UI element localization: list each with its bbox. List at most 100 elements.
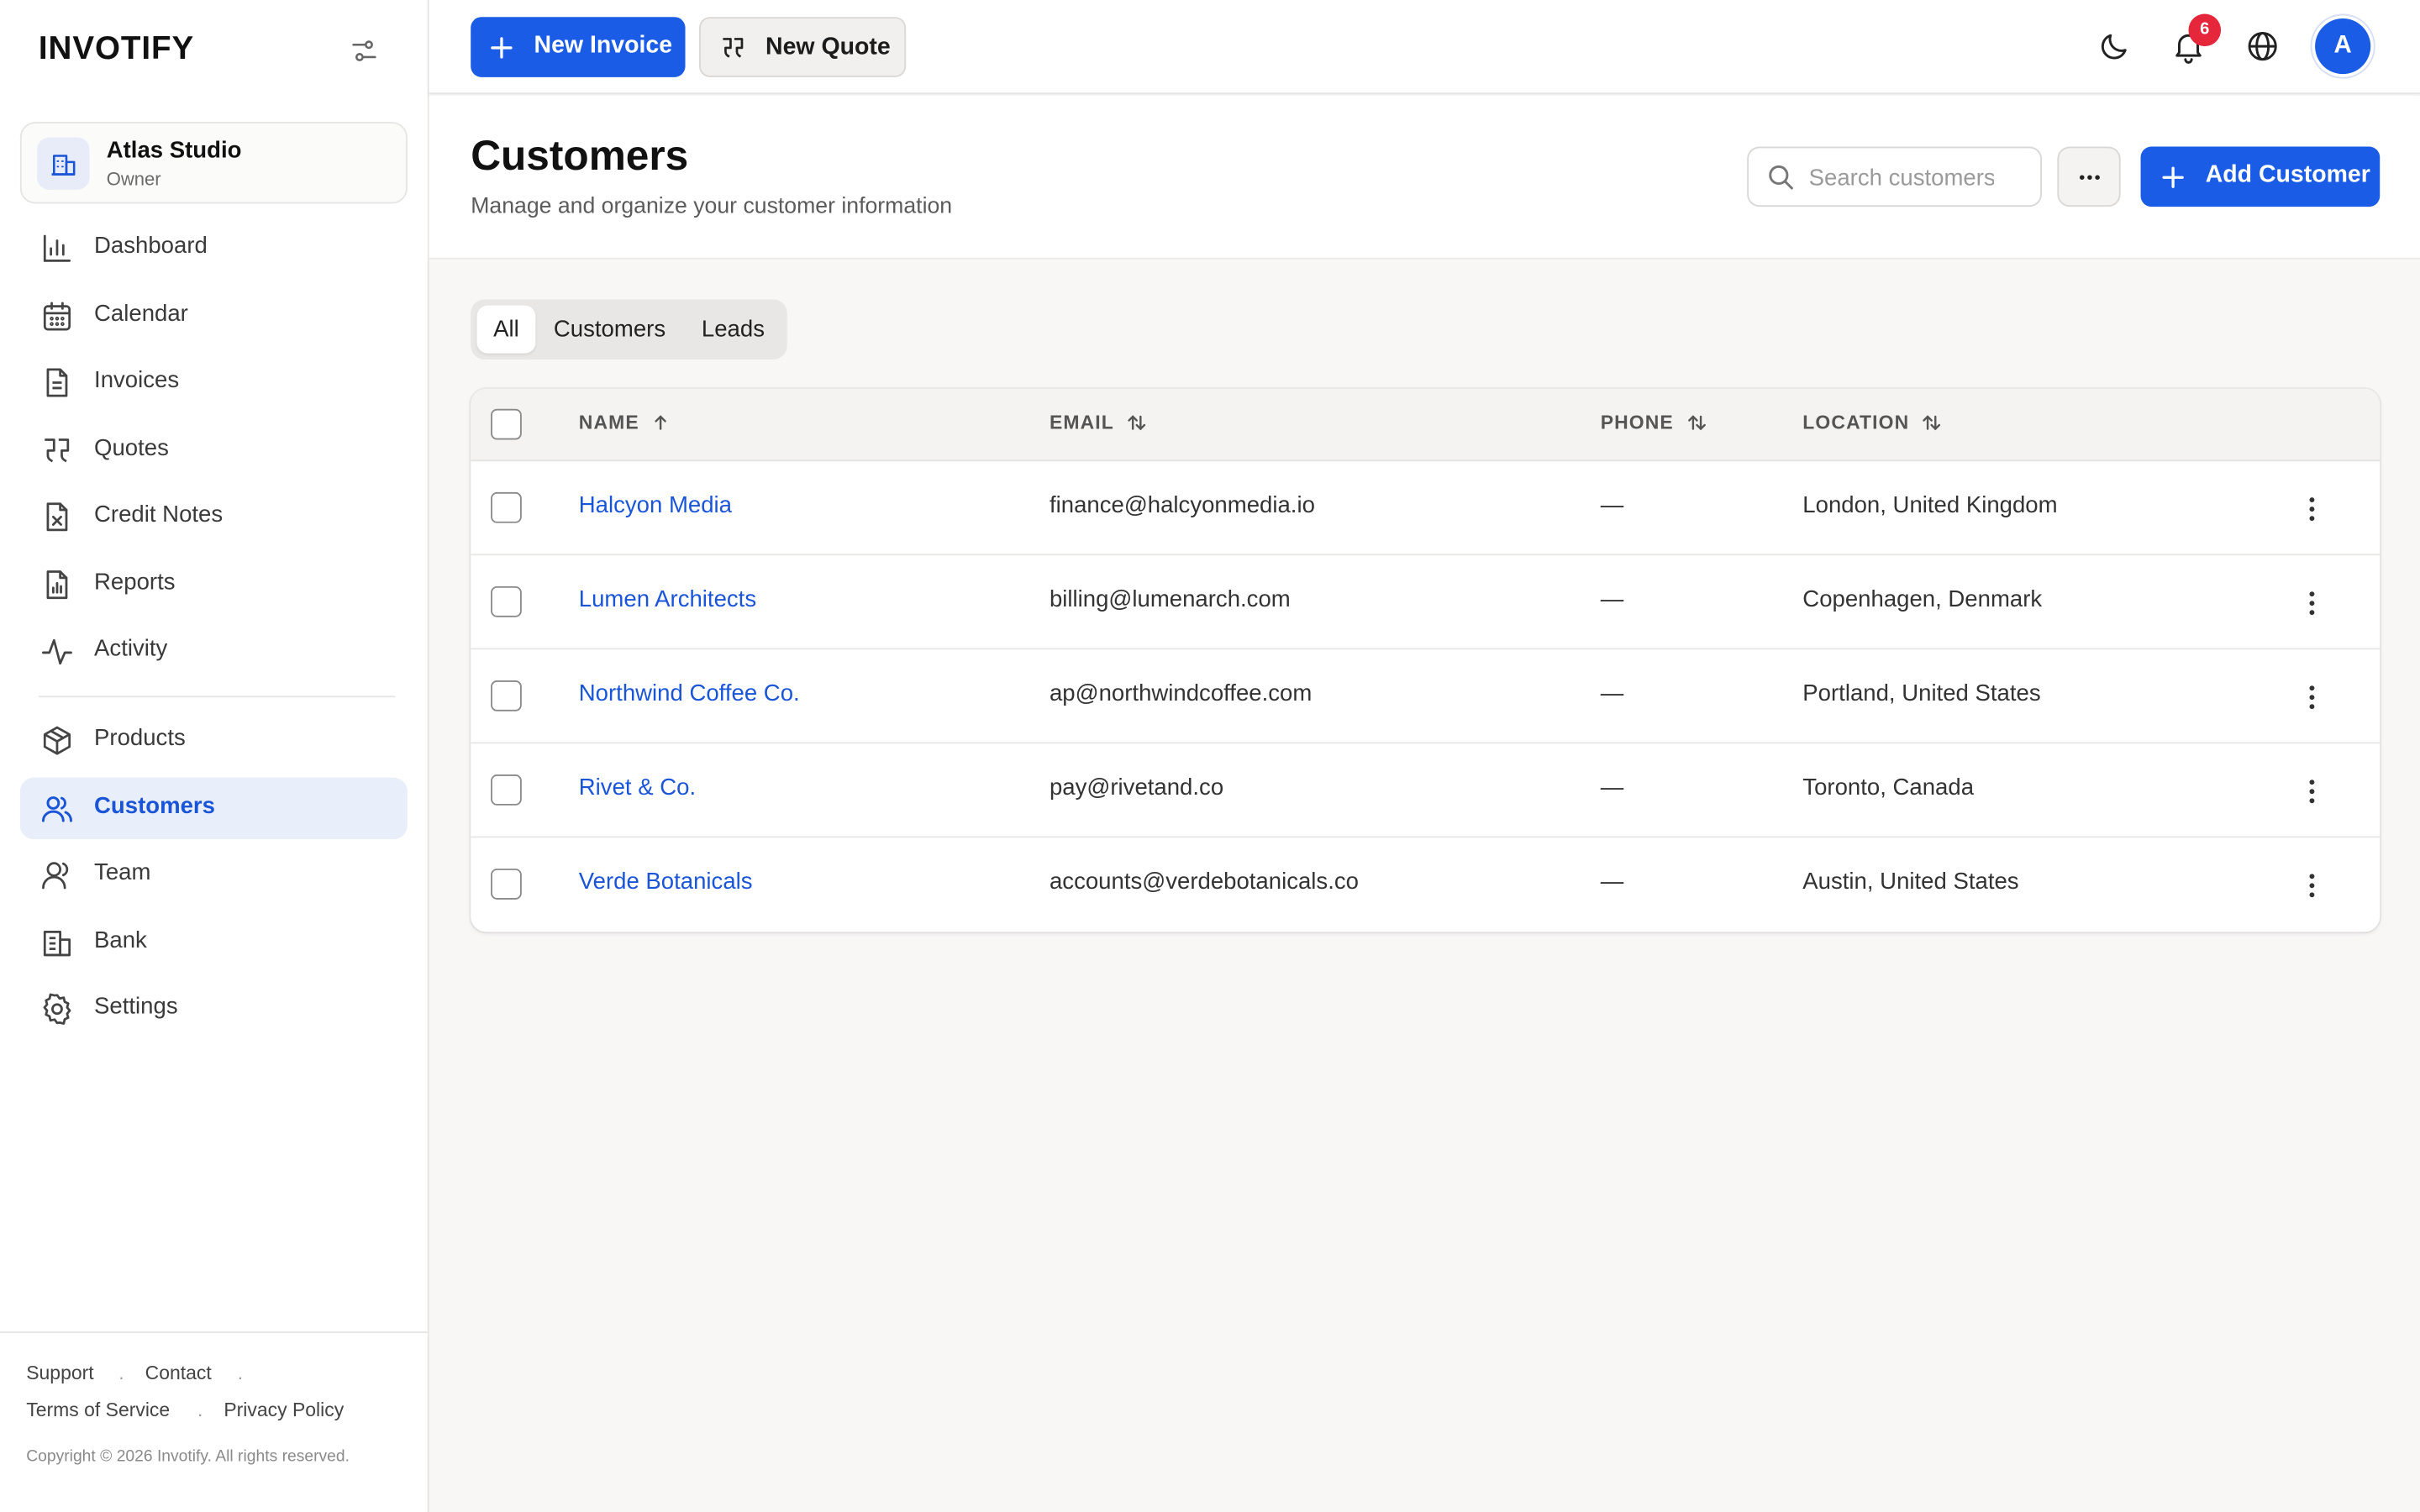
contact-link[interactable]: Contact	[145, 1362, 212, 1384]
column-header-location[interactable]: LOCATION	[1802, 412, 1942, 433]
bank-icon	[40, 926, 74, 959]
brand-logo[interactable]: INVOTIFY	[39, 31, 194, 68]
customer-email: ap@northwindcoffee.com	[1049, 680, 1313, 707]
tab-all[interactable]: All	[476, 305, 536, 354]
column-label: LOCATION	[1802, 412, 1910, 434]
footer-separator: .	[118, 1362, 124, 1384]
filter-tabs: All Customers Leads	[471, 299, 787, 360]
customer-location: Copenhagen, Denmark	[1802, 585, 2043, 613]
customer-email: billing@lumenarch.com	[1049, 585, 1291, 613]
add-customer-button[interactable]: Add Customer	[2140, 146, 2381, 207]
sidebar-item-products[interactable]: Products	[20, 710, 408, 771]
sidebar-item-label: Customers	[94, 793, 215, 820]
sidebar-item-dashboard[interactable]: Dashboard	[20, 218, 408, 279]
document-icon	[40, 365, 74, 399]
customer-phone: —	[1600, 774, 1624, 801]
avatar[interactable]: A	[2315, 18, 2371, 75]
customer-email: pay@rivetand.co	[1049, 774, 1224, 801]
customer-location: Portland, United States	[1802, 680, 2041, 707]
table-row[interactable]: Northwind Coffee Co. ap@northwindcoffee.…	[471, 649, 2381, 744]
sidebar-item-label: Quotes	[94, 434, 169, 462]
table-header: NAME EMAIL PHONE LOCATION	[471, 388, 2381, 462]
kebab-menu-icon[interactable]	[2293, 867, 2330, 904]
column-label: NAME	[578, 412, 639, 434]
sidebar-item-team[interactable]: Team	[20, 844, 408, 906]
select-all-checkbox[interactable]	[491, 408, 522, 440]
sidebar-item-invoices[interactable]: Invoices	[20, 352, 408, 413]
customer-name-link[interactable]: Northwind Coffee Co.	[579, 680, 800, 706]
report-icon	[40, 568, 74, 601]
row-checkbox[interactable]	[491, 585, 522, 617]
sidebar-item-calendar[interactable]: Calendar	[20, 286, 408, 347]
sidebar-item-label: Activity	[94, 635, 168, 662]
customers-table: NAME EMAIL PHONE LOCATION Halcyon Media …	[471, 388, 2381, 932]
org-switcher[interactable]: Atlas Studio Owner	[19, 122, 408, 204]
column-header-email[interactable]: EMAIL	[1050, 412, 1146, 433]
column-header-name[interactable]: NAME	[579, 412, 671, 433]
calendar-icon	[40, 299, 74, 333]
table-row[interactable]: Verde Botanicals accounts@verdebotanical…	[471, 837, 2380, 932]
sidebar-item-label: Credit Notes	[94, 501, 224, 528]
search-customers[interactable]	[1747, 146, 2042, 207]
customer-email: accounts@verdebotanicals.co	[1049, 869, 1359, 895]
column-label: EMAIL	[1049, 412, 1114, 434]
customer-email: finance@halcyonmedia.io	[1049, 491, 1315, 519]
kebab-menu-icon[interactable]	[2293, 491, 2330, 528]
notification-badge: 6	[2188, 13, 2222, 47]
kebab-menu-icon[interactable]	[2293, 585, 2330, 622]
row-checkbox[interactable]	[491, 869, 522, 900]
customer-name-link[interactable]: Verde Botanicals	[579, 869, 753, 895]
page-subtitle: Manage and organize your customer inform…	[471, 194, 953, 219]
tab-leads[interactable]: Leads	[687, 306, 779, 354]
customer-phone: —	[1600, 585, 1624, 613]
building-icon	[37, 137, 90, 190]
customer-phone: —	[1600, 491, 1624, 519]
sidebar-item-label: Dashboard	[94, 233, 208, 260]
moon-icon[interactable]	[2096, 28, 2133, 65]
table-row[interactable]: Rivet & Co. pay@rivetand.co — Toronto, C…	[471, 743, 2381, 838]
customer-name-link[interactable]: Rivet & Co.	[579, 774, 696, 801]
arrow-up-icon	[655, 415, 667, 430]
table-row[interactable]: Lumen Architects billing@lumenarch.com —…	[471, 555, 2381, 650]
sidebar-divider	[38, 696, 396, 698]
column-header-phone[interactable]: PHONE	[1601, 412, 1707, 433]
row-checkbox[interactable]	[491, 774, 522, 806]
terms-link[interactable]: Terms of Service	[26, 1399, 170, 1421]
gear-icon	[40, 992, 74, 1026]
kebab-menu-icon[interactable]	[2293, 679, 2330, 716]
sidebar-item-label: Calendar	[94, 301, 188, 328]
org-name: Atlas Studio	[106, 137, 242, 164]
activity-icon	[40, 634, 74, 668]
plus-icon	[2162, 166, 2184, 188]
customer-location: London, United Kingdom	[1802, 491, 2058, 519]
sidebar-item-reports[interactable]: Reports	[20, 554, 408, 615]
kebab-menu-icon[interactable]	[2293, 773, 2330, 810]
row-checkbox[interactable]	[491, 491, 522, 523]
table-row[interactable]: Halcyon Media finance@halcyonmedia.io — …	[471, 461, 2381, 556]
new-invoice-button[interactable]: New Invoice	[471, 17, 686, 77]
tab-customers[interactable]: Customers	[544, 306, 676, 354]
customer-phone: —	[1600, 680, 1624, 707]
search-input[interactable]	[1808, 160, 1995, 195]
globe-icon[interactable]	[2244, 28, 2281, 65]
new-invoice-label: New Invoice	[534, 32, 673, 59]
sidebar-item-bank[interactable]: Bank	[20, 912, 408, 974]
sidebar-item-label: Reports	[94, 569, 176, 596]
new-quote-button[interactable]: New Quote	[699, 17, 907, 77]
sidebar-item-quotes[interactable]: Quotes	[20, 420, 408, 481]
copyright-text: Copyright © 2026 Invotify. All rights re…	[26, 1446, 350, 1466]
customer-name-link[interactable]: Lumen Architects	[579, 586, 756, 612]
sidebar-toggle-icon[interactable]	[349, 35, 380, 66]
sidebar-item-activity[interactable]: Activity	[20, 620, 408, 681]
customer-name-link[interactable]: Halcyon Media	[579, 492, 732, 518]
sidebar-item-credit-notes[interactable]: Credit Notes	[20, 486, 408, 548]
sidebar-item-label: Invoices	[94, 367, 180, 394]
more-options-button[interactable]	[2057, 146, 2121, 207]
ellipsis-icon	[2079, 175, 2100, 180]
support-link[interactable]: Support	[26, 1362, 93, 1384]
row-checkbox[interactable]	[491, 680, 522, 711]
sidebar: INVOTIFY Atlas Studio Owner Dashboard Ca…	[0, 0, 429, 1512]
sidebar-item-customers[interactable]: Customers	[19, 777, 408, 840]
privacy-link[interactable]: Privacy Policy	[224, 1399, 344, 1421]
sidebar-item-settings[interactable]: Settings	[20, 978, 408, 1039]
